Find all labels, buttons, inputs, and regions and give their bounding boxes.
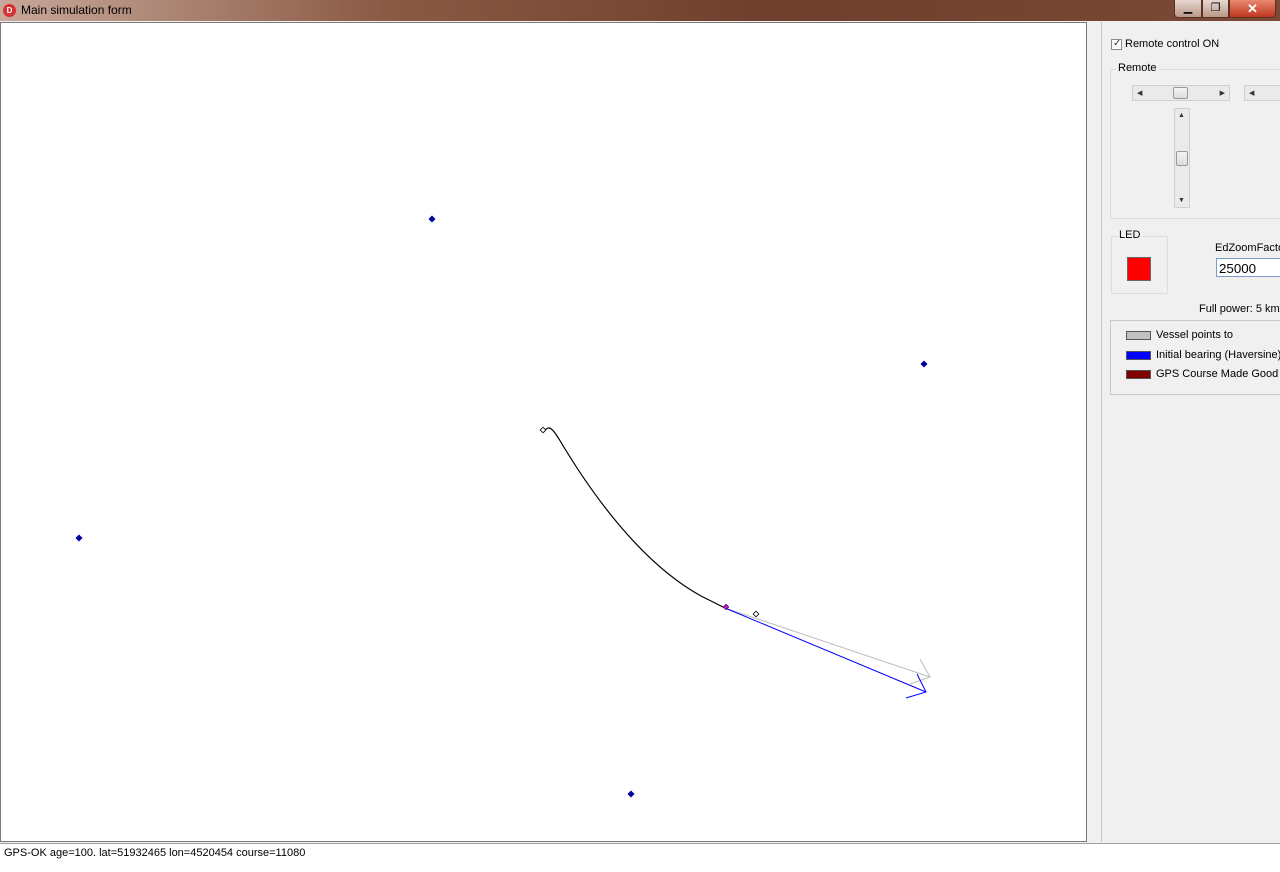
legend-label: Initial bearing (Haversine) xyxy=(1156,349,1280,362)
remote-control-checkbox[interactable]: ✓ Remote control ON xyxy=(1111,38,1219,50)
scroll-thumb[interactable] xyxy=(1173,87,1188,99)
control-panel: ✓ Remote control ON Remote ◀ ▶ ◀ ▲ ▼ LED … xyxy=(1103,22,1280,842)
waypoint-marker xyxy=(627,790,635,798)
checkbox-box[interactable]: ✓ xyxy=(1111,37,1122,50)
zoom-factor-input[interactable] xyxy=(1216,258,1280,277)
led-group: LED xyxy=(1111,229,1168,294)
legend-swatch xyxy=(1126,330,1151,340)
legend-box: Vessel points to Initial bearing (Havers… xyxy=(1110,320,1280,395)
legend-label: GPS Course Made Good xyxy=(1156,368,1279,381)
waypoint-marker xyxy=(920,360,928,368)
initial-bearing-arrowhead xyxy=(905,673,927,699)
legend-item: Initial bearing (Haversine) xyxy=(1126,349,1280,361)
scroll-left-icon[interactable]: ◀ xyxy=(1137,89,1142,97)
remote-horizontal-scrollbar[interactable]: ◀ ▶ xyxy=(1132,85,1230,101)
vessel-track xyxy=(543,427,726,609)
waypoint-marker xyxy=(428,215,436,223)
gps-status-text: GPS-OK age=100. lat=51932465 lon=4520454… xyxy=(4,847,306,859)
title-bar: D Main simulation form ▁ ❐ ✕ xyxy=(0,0,1280,21)
led-group-title: LED xyxy=(1117,229,1143,241)
window-title: Main simulation form xyxy=(21,3,132,17)
app-icon: D xyxy=(3,4,16,17)
checkmark-icon: ✓ xyxy=(1113,37,1122,49)
full-power-label: Full power: 5 km/ xyxy=(1199,303,1280,315)
status-bar: GPS-OK age=100. lat=51932465 lon=4520454… xyxy=(0,843,1280,872)
restore-icon: ❐ xyxy=(1210,2,1221,14)
initial-bearing-line xyxy=(724,607,927,693)
close-icon: ✕ xyxy=(1247,1,1258,16)
waypoint-marker xyxy=(75,534,83,542)
legend-swatch xyxy=(1126,350,1151,360)
minimize-icon: ▁ xyxy=(1183,2,1193,14)
scroll-right-icon[interactable]: ▶ xyxy=(1220,89,1225,97)
legend-item: GPS Course Made Good xyxy=(1126,368,1278,380)
remote-group: Remote ◀ ▶ ◀ ▲ ▼ xyxy=(1110,62,1280,219)
close-button[interactable]: ✕ xyxy=(1229,0,1276,18)
target-marker xyxy=(752,610,760,618)
remote-control-label: Remote control ON xyxy=(1125,38,1220,51)
scroll-left-icon[interactable]: ◀ xyxy=(1249,89,1254,97)
panel-splitter[interactable] xyxy=(1088,22,1102,842)
track-start-marker xyxy=(539,426,547,434)
remote-vertical-scrollbar[interactable]: ▲ ▼ xyxy=(1174,108,1190,208)
legend-swatch xyxy=(1126,369,1151,379)
legend-item: Vessel points to xyxy=(1126,329,1233,341)
zoom-factor-label: EdZoomFacto xyxy=(1215,242,1280,254)
remote-group-title: Remote xyxy=(1116,62,1159,74)
vessel-heading-line xyxy=(724,607,931,678)
scroll-thumb[interactable] xyxy=(1176,151,1188,166)
scroll-down-icon[interactable]: ▼ xyxy=(1178,197,1185,204)
minimize-button[interactable]: ▁ xyxy=(1174,0,1202,18)
remote-horizontal-scrollbar-2[interactable]: ◀ xyxy=(1244,85,1280,101)
scroll-up-icon[interactable]: ▲ xyxy=(1178,112,1185,119)
map-drawing xyxy=(75,215,931,798)
legend-label: Vessel points to xyxy=(1156,329,1234,342)
simulation-canvas[interactable] xyxy=(0,22,1087,842)
maximize-button[interactable]: ❐ xyxy=(1202,0,1229,18)
led-indicator xyxy=(1127,257,1151,281)
